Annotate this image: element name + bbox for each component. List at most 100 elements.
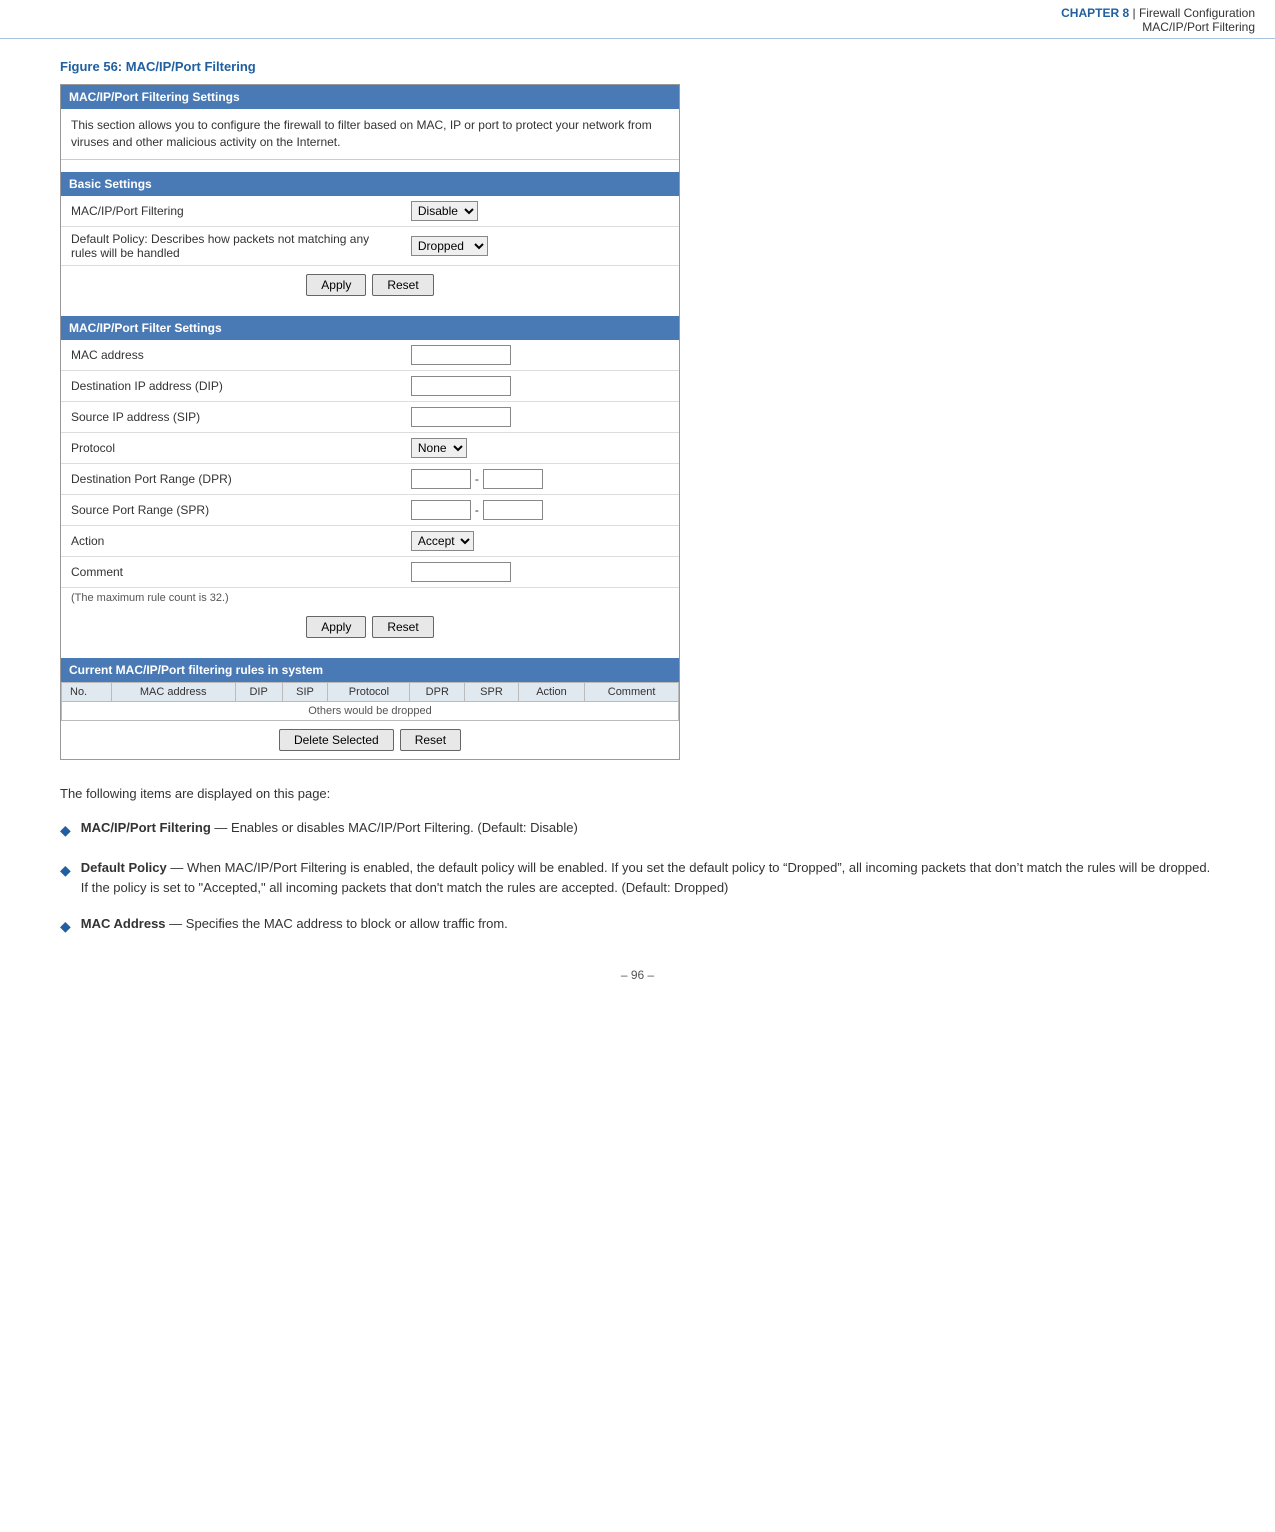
spr-range: - — [411, 500, 669, 520]
bullet-emdash-1: — — [214, 820, 231, 835]
bullet-term-3: MAC Address — [81, 916, 166, 931]
spr-end-input[interactable] — [483, 500, 543, 520]
mac-address-label: MAC address — [61, 340, 401, 371]
comment-input[interactable] — [411, 562, 511, 582]
protocol-select[interactable]: None TCP UDP ICMP — [411, 438, 467, 458]
filter-settings-table: MAC address Destination IP address (DIP)… — [61, 340, 679, 588]
diamond-icon-3: ◆ — [60, 916, 71, 938]
filter-settings-header: MAC/IP/Port Filter Settings — [61, 316, 679, 340]
protocol-control: None TCP UDP ICMP — [401, 432, 679, 463]
basic-settings-buttons: Apply Reset — [61, 266, 679, 304]
mac-filtering-label: MAC/IP/Port Filtering — [61, 196, 401, 227]
default-policy-row: Default Policy: Describes how packets no… — [61, 226, 679, 265]
basic-settings-header: Basic Settings — [61, 172, 679, 196]
col-dpr: DPR — [410, 682, 465, 701]
dip-input[interactable] — [411, 376, 511, 396]
protocol-row: Protocol None TCP UDP ICMP — [61, 432, 679, 463]
dpr-row: Destination Port Range (DPR) - — [61, 463, 679, 494]
main-section-header: MAC/IP/Port Filtering Settings — [61, 85, 679, 109]
dip-row: Destination IP address (DIP) — [61, 370, 679, 401]
action-control: Accept Drop — [401, 525, 679, 556]
spr-separator: - — [475, 503, 479, 517]
col-dip: DIP — [235, 682, 282, 701]
filter-reset-button[interactable]: Reset — [372, 616, 433, 638]
bullet-desc-1: Enables or disables MAC/IP/Port Filterin… — [231, 820, 578, 835]
mac-filtering-select[interactable]: Disable Enable — [411, 201, 478, 221]
protocol-label: Protocol — [61, 432, 401, 463]
dpr-separator: - — [475, 472, 479, 486]
default-policy-select[interactable]: Dropped Accepted — [411, 236, 488, 256]
dpr-start-input[interactable] — [411, 469, 471, 489]
others-row: Others would be dropped — [62, 701, 679, 720]
bullet-emdash-2: — — [170, 860, 187, 875]
col-sip: SIP — [282, 682, 328, 701]
basic-reset-button[interactable]: Reset — [372, 274, 433, 296]
dpr-label: Destination Port Range (DPR) — [61, 463, 401, 494]
default-policy-control: Dropped Accepted — [401, 226, 679, 265]
rules-reset-button[interactable]: Reset — [400, 729, 461, 751]
bullet-list: ◆ MAC/IP/Port Filtering — Enables or dis… — [60, 818, 1215, 938]
dpr-range: - — [411, 469, 669, 489]
filter-settings-buttons: Apply Reset — [61, 608, 679, 646]
settings-box: MAC/IP/Port Filtering Settings This sect… — [60, 84, 680, 760]
comment-row: Comment — [61, 556, 679, 587]
dpr-end-input[interactable] — [483, 469, 543, 489]
col-spr: SPR — [465, 682, 519, 701]
spr-label: Source Port Range (SPR) — [61, 494, 401, 525]
rules-table-header-row: No. MAC address DIP SIP Protocol DPR SPR… — [62, 682, 679, 701]
sip-control — [401, 401, 679, 432]
rules-bottom-buttons: Delete Selected Reset — [61, 721, 679, 759]
bullet-desc-2: When MAC/IP/Port Filtering is enabled, t… — [81, 860, 1210, 895]
dpr-control: - — [401, 463, 679, 494]
bullet-mac-filtering: ◆ MAC/IP/Port Filtering — Enables or dis… — [60, 818, 1215, 842]
comment-control — [401, 556, 679, 587]
col-comment: Comment — [585, 682, 679, 701]
bullet-emdash-3: — — [169, 916, 186, 931]
filter-apply-button[interactable]: Apply — [306, 616, 366, 638]
others-row-cell: Others would be dropped — [62, 701, 679, 720]
dip-label: Destination IP address (DIP) — [61, 370, 401, 401]
col-protocol: Protocol — [328, 682, 410, 701]
col-action: Action — [518, 682, 584, 701]
mac-address-row: MAC address — [61, 340, 679, 371]
bullet-desc-3: Specifies the MAC address to block or al… — [186, 916, 508, 931]
sip-input[interactable] — [411, 407, 511, 427]
header-right: CHAPTER 8 | Firewall Configuration MAC/I… — [1061, 6, 1255, 34]
sip-row: Source IP address (SIP) — [61, 401, 679, 432]
page-header: CHAPTER 8 | Firewall Configuration MAC/I… — [0, 0, 1275, 39]
chapter-label: CHAPTER 8 — [1061, 6, 1129, 20]
sip-label: Source IP address (SIP) — [61, 401, 401, 432]
header-title2: MAC/IP/Port Filtering — [1142, 20, 1255, 34]
current-rules-header: Current MAC/IP/Port filtering rules in s… — [61, 658, 679, 682]
bullet-text-2: Default Policy — When MAC/IP/Port Filter… — [81, 858, 1215, 898]
page-number: – 96 – — [60, 968, 1215, 982]
dip-control — [401, 370, 679, 401]
body-text: The following items are displayed on thi… — [60, 784, 1215, 938]
spr-row: Source Port Range (SPR) - — [61, 494, 679, 525]
bullet-text-3: MAC Address — Specifies the MAC address … — [81, 914, 508, 934]
diamond-icon-2: ◆ — [60, 860, 71, 882]
figure-title: Figure 56: MAC/IP/Port Filtering — [60, 59, 1215, 74]
spr-start-input[interactable] — [411, 500, 471, 520]
basic-settings-table: MAC/IP/Port Filtering Disable Enable Def… — [61, 196, 679, 266]
bullet-term-1: MAC/IP/Port Filtering — [81, 820, 211, 835]
mac-address-input[interactable] — [411, 345, 511, 365]
section-description: This section allows you to configure the… — [61, 109, 679, 160]
mac-filtering-row: MAC/IP/Port Filtering Disable Enable — [61, 196, 679, 227]
delete-selected-button[interactable]: Delete Selected — [279, 729, 394, 751]
col-mac: MAC address — [111, 682, 235, 701]
mac-address-control — [401, 340, 679, 371]
spr-control: - — [401, 494, 679, 525]
header-title1: Firewall Configuration — [1139, 6, 1255, 20]
action-label: Action — [61, 525, 401, 556]
comment-label: Comment — [61, 556, 401, 587]
col-no: No. — [62, 682, 112, 701]
current-rules-table: No. MAC address DIP SIP Protocol DPR SPR… — [61, 682, 679, 721]
action-row: Action Accept Drop — [61, 525, 679, 556]
diamond-icon-1: ◆ — [60, 820, 71, 842]
action-select[interactable]: Accept Drop — [411, 531, 474, 551]
bullet-mac-address: ◆ MAC Address — Specifies the MAC addres… — [60, 914, 1215, 938]
max-rule-note: (The maximum rule count is 32.) — [61, 588, 679, 608]
basic-apply-button[interactable]: Apply — [306, 274, 366, 296]
bullet-text-1: MAC/IP/Port Filtering — Enables or disab… — [81, 818, 578, 838]
